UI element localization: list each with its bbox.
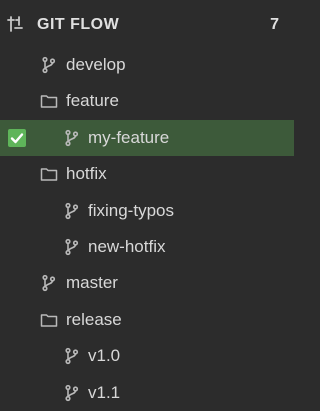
folder-icon [40,92,58,110]
tree-item-label: feature [66,91,119,111]
tree-item-label: new-hotfix [88,237,166,256]
folder-icon [40,165,58,183]
git-branch-icon [63,347,81,365]
tree-branch-my-feature[interactable]: my-feature [0,119,294,156]
tree-folder-release[interactable]: release [0,302,294,338]
tree-item-label: master [66,273,118,293]
tree-branch-new-hotfix[interactable]: new-hotfix [0,229,294,265]
tree-item-label: v1.0 [88,346,121,366]
tree-item-label: hotfix [66,164,107,184]
git-branch-icon [63,202,81,220]
git-flow-header[interactable]: GIT FLOW 7 [0,0,294,50]
tree-folder-feature[interactable]: feature [0,83,294,119]
folder-icon [40,311,58,329]
tree-folder-hotfix[interactable]: hotfix [0,156,294,192]
tree-branch-develop[interactable]: develop [0,47,294,83]
git-flow-icon [6,15,24,33]
tree-item-label: release [66,309,122,329]
tree-branch-v1.0[interactable]: v1.0 [0,338,294,374]
tree-item-label: v1.1 [88,382,121,402]
git-branch-icon [40,274,58,292]
git-branch-icon [63,384,81,402]
tree-item-label: develop [66,55,126,74]
tree-item-label: my-feature [88,127,170,147]
tree-branch-fixing-typos[interactable]: fixing-typos [0,193,294,229]
git-branch-icon [40,56,58,74]
tree-branch-master[interactable]: master [0,265,294,301]
branch-count-badge: 7 [270,16,279,33]
tree-branch-v1.1[interactable]: v1.1 [0,375,294,411]
git-branch-icon [63,238,81,256]
git-branch-icon [63,129,81,147]
git-flow-panel: GIT FLOW 7 develop feature my-feature hotfi… [0,0,294,405]
section-title: GIT FLOW [37,16,120,33]
checkmark-icon[interactable] [8,128,26,147]
tree-item-label: fixing-typos [88,200,174,220]
